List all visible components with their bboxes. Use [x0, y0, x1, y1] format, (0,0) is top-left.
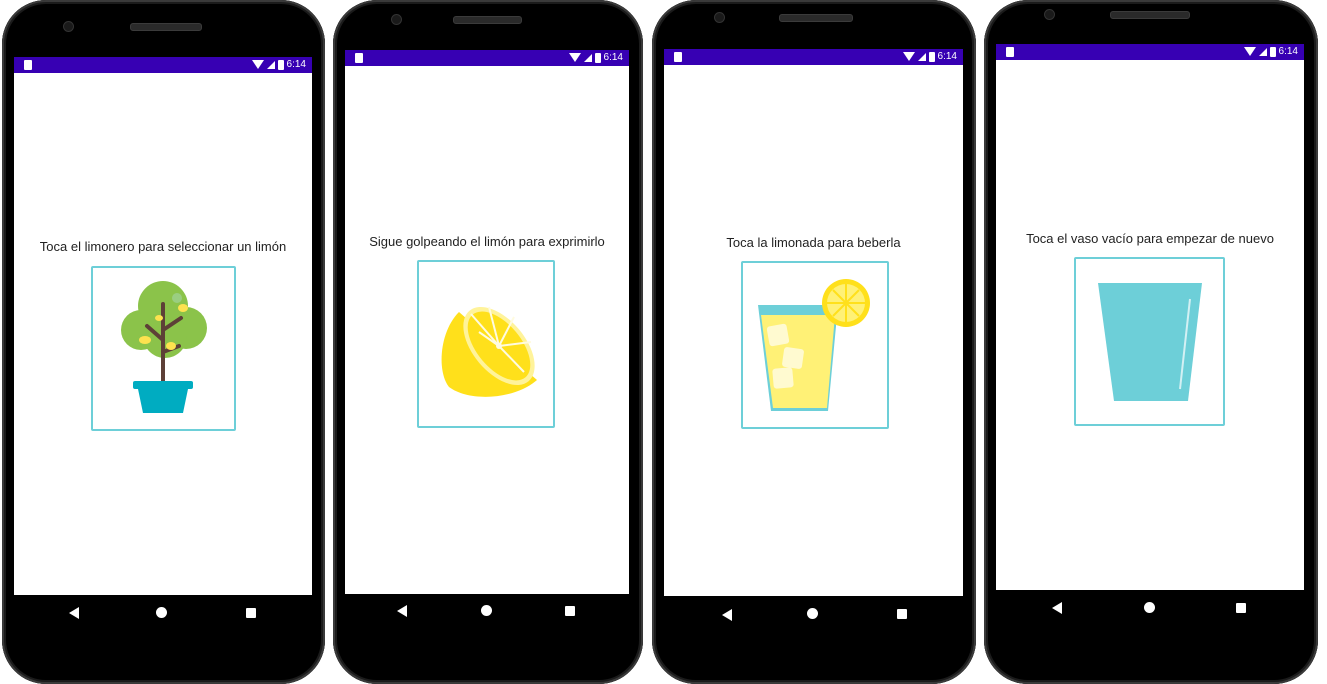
front-camera-icon	[391, 14, 402, 25]
sd-card-icon	[24, 60, 32, 70]
home-icon[interactable]	[481, 605, 492, 616]
status-bar: 6:14	[664, 49, 963, 65]
instruction-text: Toca la limonada para beberla	[726, 235, 901, 250]
signal-icon	[583, 53, 592, 62]
lemonade-glass-icon	[758, 279, 870, 411]
status-time: 6:14	[937, 51, 957, 62]
wifi-icon	[568, 53, 581, 62]
front-camera-icon	[714, 12, 725, 23]
wifi-icon	[251, 60, 264, 69]
status-bar: 6:14	[345, 50, 629, 66]
speaker-grille	[779, 14, 853, 22]
recents-icon[interactable]	[565, 606, 575, 616]
app-screen: 6:14 Sigue golpeando el limón para expri…	[345, 50, 629, 594]
speaker-grille	[453, 16, 522, 24]
instruction-text: Toca el vaso vacío para empezar de nuevo	[1026, 231, 1274, 246]
speaker-grille	[130, 23, 202, 31]
battery-icon	[1269, 46, 1276, 57]
back-icon[interactable]	[722, 609, 732, 621]
battery-icon	[277, 59, 284, 70]
status-bar: 6:14	[14, 57, 312, 73]
status-time: 6:14	[1278, 46, 1298, 57]
recents-icon[interactable]	[897, 609, 907, 619]
wifi-icon	[1243, 47, 1256, 56]
phone-3: 6:14 Toca la limonada para beberla	[652, 0, 976, 684]
home-icon[interactable]	[156, 607, 167, 618]
app-screen: 6:14 Toca la limonada para beberla	[664, 49, 963, 596]
battery-icon	[928, 51, 935, 62]
signal-icon	[266, 60, 275, 69]
recents-icon[interactable]	[246, 608, 256, 618]
instruction-text: Toca el limonero para seleccionar un lim…	[39, 239, 287, 254]
back-icon[interactable]	[69, 607, 79, 619]
empty-glass-icon	[1098, 283, 1202, 401]
lemon-button[interactable]	[417, 260, 555, 428]
lemon-tree-button[interactable]	[91, 266, 236, 431]
front-camera-icon	[1044, 9, 1055, 20]
phone-2: 6:14 Sigue golpeando el limón para expri…	[333, 0, 643, 684]
status-bar: 6:14	[996, 44, 1304, 60]
signal-icon	[917, 52, 926, 61]
status-time: 6:14	[286, 59, 306, 70]
phone-4: 6:14 Toca el vaso vacío para empezar de …	[984, 0, 1318, 684]
recents-icon[interactable]	[1236, 603, 1246, 613]
status-time: 6:14	[603, 52, 623, 63]
front-camera-icon	[63, 21, 74, 32]
squeezed-lemon-icon	[441, 306, 537, 397]
lemon-tree-icon	[121, 281, 207, 413]
back-icon[interactable]	[1052, 602, 1062, 614]
phone-1: 6:14 Toca el limonero para seleccionar u…	[2, 0, 325, 684]
wifi-icon	[902, 52, 915, 61]
sd-card-icon	[674, 52, 682, 62]
empty-glass-button[interactable]	[1074, 257, 1225, 426]
sd-card-icon	[1006, 47, 1014, 57]
speaker-grille	[1110, 11, 1190, 19]
app-screen: 6:14 Toca el limonero para seleccionar u…	[14, 57, 312, 595]
home-icon[interactable]	[807, 608, 818, 619]
back-icon[interactable]	[397, 605, 407, 617]
lemonade-button[interactable]	[741, 261, 889, 429]
battery-icon	[594, 52, 601, 63]
home-icon[interactable]	[1144, 602, 1155, 613]
app-screen: 6:14 Toca el vaso vacío para empezar de …	[996, 44, 1304, 590]
sd-card-icon	[355, 53, 363, 63]
instruction-text: Sigue golpeando el limón para exprimirlo	[369, 234, 605, 249]
signal-icon	[1258, 47, 1267, 56]
